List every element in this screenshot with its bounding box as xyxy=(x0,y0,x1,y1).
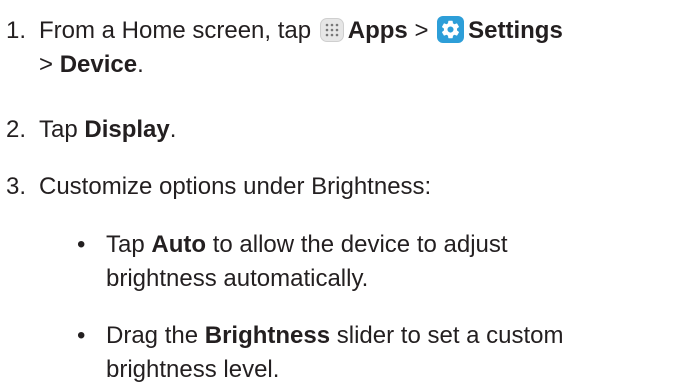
brightness-label: Brightness xyxy=(204,322,331,349)
bullet-line2: brightness level. xyxy=(106,356,280,383)
step-text: Tap Display. xyxy=(39,113,675,147)
step-number: 1. xyxy=(6,17,27,44)
step-2-prefix: Tap xyxy=(39,116,78,143)
step-number: 2. xyxy=(6,116,27,143)
step-number: 3. xyxy=(6,173,27,200)
step-1-prefix: From a Home screen, tap xyxy=(39,17,312,44)
gear-icon xyxy=(437,16,465,43)
bullet-text: Drag the Brightness slider to set a cust… xyxy=(106,319,676,387)
period: . xyxy=(137,51,144,78)
bullet-rest: to allow the device to adjust xyxy=(212,231,508,258)
bullet-text: Tap Auto to allow the device to adjust b… xyxy=(106,228,676,296)
bullet-rest: slider to set a custom xyxy=(336,322,564,349)
period: . xyxy=(169,116,177,143)
separator: > xyxy=(414,17,429,44)
separator: > xyxy=(39,51,54,78)
bullet-line2: brightness automatically. xyxy=(106,265,369,292)
bullet-prefix: Tap xyxy=(106,231,145,258)
bullet-marker: • xyxy=(77,322,86,349)
step-text: From a Home screen, tap Apps > Settings … xyxy=(39,14,675,82)
step-text: Customize options under Brightness: xyxy=(39,173,432,200)
apps-grid-icon xyxy=(319,18,344,42)
apps-label: Apps xyxy=(347,17,408,44)
display-label: Display xyxy=(84,116,170,143)
device-label: Device xyxy=(59,51,138,78)
settings-label: Settings xyxy=(468,17,563,44)
bullet-prefix: Drag the xyxy=(106,322,199,349)
auto-label: Auto xyxy=(151,231,207,258)
bullet-marker: • xyxy=(77,231,86,258)
